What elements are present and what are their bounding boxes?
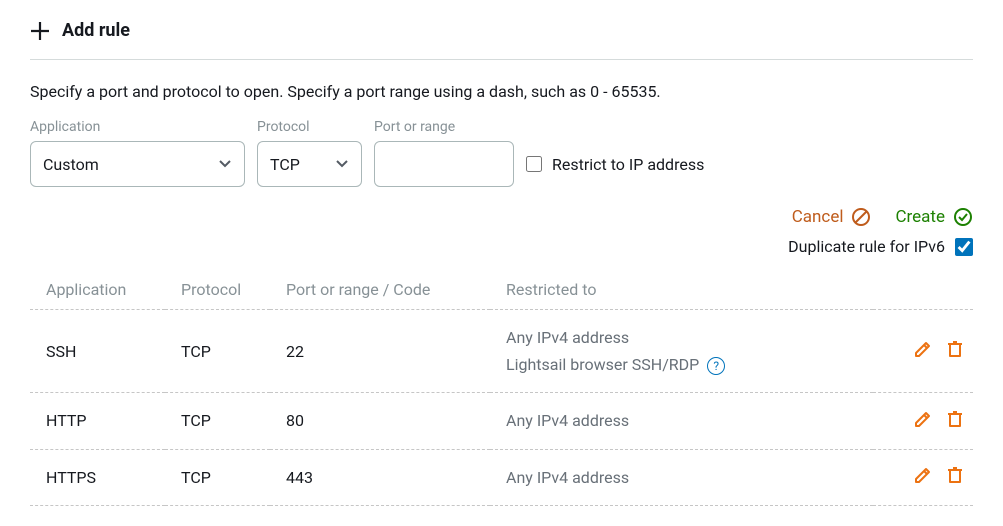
table-header-row: Application Protocol Port or range / Cod… bbox=[30, 270, 973, 310]
edit-icon bbox=[913, 409, 933, 429]
cancel-button[interactable]: Cancel bbox=[792, 207, 872, 227]
cell-protocol: TCP bbox=[165, 310, 270, 393]
trash-icon bbox=[945, 465, 965, 485]
description-text: Specify a port and protocol to open. Spe… bbox=[30, 82, 973, 101]
action-row: Cancel Create bbox=[30, 207, 973, 227]
check-circle-icon bbox=[953, 207, 973, 227]
protocol-select[interactable]: TCP bbox=[257, 141, 362, 187]
restricted-line: Lightsail browser SSH/RDP ? bbox=[506, 351, 865, 378]
restrict-checkbox[interactable] bbox=[526, 156, 542, 172]
delete-button[interactable] bbox=[945, 465, 965, 485]
restrict-label[interactable]: Restrict to IP address bbox=[552, 155, 704, 174]
cell-protocol: TCP bbox=[165, 393, 270, 449]
port-label: Port or range bbox=[374, 119, 514, 135]
duplicate-label[interactable]: Duplicate rule for IPv6 bbox=[788, 237, 945, 256]
restricted-line: Any IPv4 address bbox=[506, 464, 865, 491]
col-port: Port or range / Code bbox=[270, 270, 490, 310]
application-label: Application bbox=[30, 119, 245, 135]
cell-port: 443 bbox=[270, 449, 490, 505]
cell-actions bbox=[873, 393, 973, 449]
cell-protocol: TCP bbox=[165, 449, 270, 505]
help-icon[interactable]: ? bbox=[707, 357, 725, 375]
add-rule-title: Add rule bbox=[62, 20, 130, 41]
cell-application: HTTPS bbox=[30, 449, 165, 505]
col-application: Application bbox=[30, 270, 165, 310]
restrict-group: Restrict to IP address bbox=[526, 141, 704, 187]
create-label: Create bbox=[895, 207, 945, 227]
restricted-line: Any IPv4 address bbox=[506, 407, 865, 434]
edit-button[interactable] bbox=[913, 409, 933, 429]
duplicate-checkbox[interactable] bbox=[955, 238, 973, 256]
restricted-line: Any IPv4 address bbox=[506, 324, 865, 351]
edit-icon bbox=[913, 339, 933, 359]
application-value: Custom bbox=[43, 155, 99, 174]
plus-icon bbox=[30, 21, 50, 41]
col-protocol: Protocol bbox=[165, 270, 270, 310]
edit-button[interactable] bbox=[913, 339, 933, 359]
add-rule-header[interactable]: Add rule bbox=[30, 20, 973, 60]
cell-restricted: Any IPv4 addressLightsail browser SSH/RD… bbox=[490, 310, 873, 393]
application-field: Application Custom bbox=[30, 119, 245, 187]
col-restricted: Restricted to bbox=[490, 270, 873, 310]
cell-restricted: Any IPv4 address bbox=[490, 393, 873, 449]
chevron-down-icon bbox=[335, 159, 349, 169]
port-field: Port or range bbox=[374, 119, 514, 187]
application-select[interactable]: Custom bbox=[30, 141, 245, 187]
trash-icon bbox=[945, 409, 965, 429]
cell-actions bbox=[873, 449, 973, 505]
protocol-field: Protocol TCP bbox=[257, 119, 362, 187]
cancel-icon bbox=[851, 207, 871, 227]
cell-port: 22 bbox=[270, 310, 490, 393]
duplicate-row: Duplicate rule for IPv6 bbox=[30, 237, 973, 256]
cancel-label: Cancel bbox=[792, 207, 844, 227]
table-row: HTTPTCP80 Any IPv4 address bbox=[30, 393, 973, 449]
trash-icon bbox=[945, 339, 965, 359]
rule-form: Application Custom Protocol TCP Port or … bbox=[30, 119, 973, 187]
delete-button[interactable] bbox=[945, 409, 965, 429]
cell-application: SSH bbox=[30, 310, 165, 393]
col-actions bbox=[873, 270, 973, 310]
delete-button[interactable] bbox=[945, 339, 965, 359]
protocol-value: TCP bbox=[270, 155, 300, 174]
cell-restricted: Any IPv4 address bbox=[490, 449, 873, 505]
create-button[interactable]: Create bbox=[895, 207, 973, 227]
edit-button[interactable] bbox=[913, 465, 933, 485]
protocol-label: Protocol bbox=[257, 119, 362, 135]
table-row: SSHTCP22Any IPv4 addressLightsail browse… bbox=[30, 310, 973, 393]
rules-table: Application Protocol Port or range / Cod… bbox=[30, 270, 973, 506]
table-row: HTTPSTCP443 Any IPv4 address bbox=[30, 449, 973, 505]
cell-application: HTTP bbox=[30, 393, 165, 449]
port-input[interactable] bbox=[374, 141, 514, 187]
edit-icon bbox=[913, 465, 933, 485]
chevron-down-icon bbox=[218, 159, 232, 169]
cell-port: 80 bbox=[270, 393, 490, 449]
cell-actions bbox=[873, 310, 973, 393]
